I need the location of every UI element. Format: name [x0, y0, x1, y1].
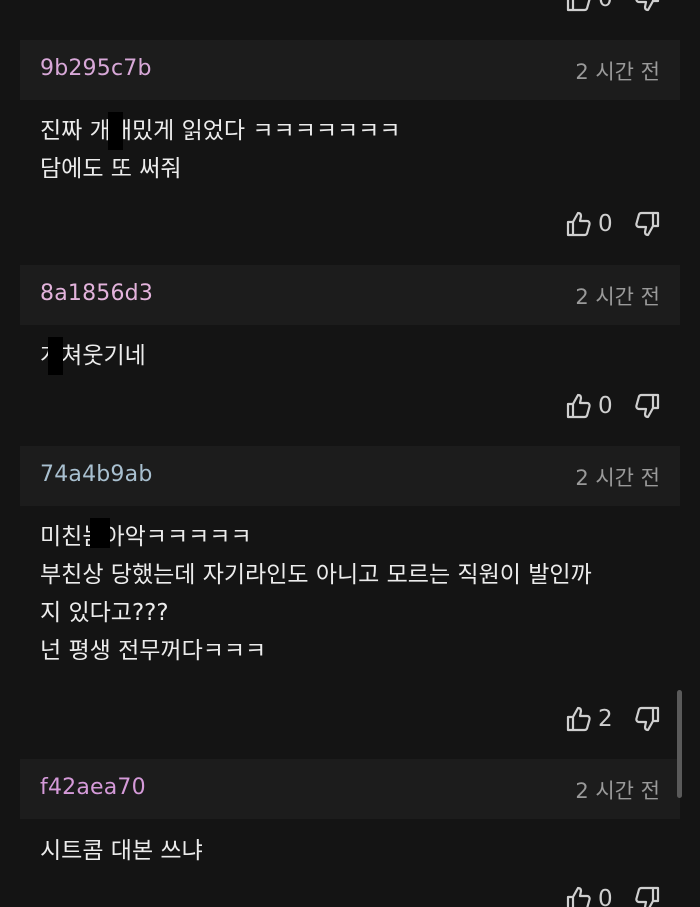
comment-votes: 0 [566, 211, 660, 237]
like-count: 2 [598, 706, 613, 732]
like-button[interactable]: 0 [566, 0, 620, 12]
comment-line: 지 있다고??? [40, 600, 169, 626]
dislike-button[interactable] [634, 211, 660, 237]
comment-line: 미친놈아악ㅋㅋㅋㅋㅋ [40, 524, 252, 550]
dislike-button[interactable] [634, 706, 660, 732]
redaction-box [48, 337, 63, 375]
comment-line: 개쳐웃기네 [40, 343, 146, 369]
thumbs-down-icon [634, 706, 660, 732]
comment-line: 담에도 또 써줘 [40, 156, 182, 182]
thumbs-up-icon [566, 706, 592, 732]
comment-body: 시트콤 대본 쓰냐 [40, 832, 670, 870]
like-button[interactable]: 0 [566, 211, 620, 237]
like-count: 0 [598, 0, 620, 12]
redaction-box [108, 112, 123, 150]
comment-header: 8a1856d3 2 시간 전 [20, 265, 680, 325]
thumbs-down-icon [634, 0, 660, 12]
comment-author[interactable]: 9b295c7b [40, 56, 152, 81]
redaction-box [90, 518, 110, 548]
comment-timestamp: 2 시간 전 [575, 779, 660, 803]
like-button[interactable]: 2 [566, 706, 620, 732]
comment-author[interactable]: 74a4b9ab [40, 462, 152, 487]
comment-votes: 0 [566, 393, 660, 419]
comment-votes: 2 [566, 706, 660, 732]
comment-header: f42aea70 2 시간 전 [20, 759, 680, 819]
thumbs-down-icon [634, 886, 660, 907]
comment-votes: 0 [566, 886, 660, 907]
previous-comment-votes: 0 [566, 0, 660, 12]
comment-author[interactable]: f42aea70 [40, 775, 146, 800]
like-count: 0 [598, 886, 613, 907]
thumbs-up-icon [566, 211, 592, 237]
comment-header: 9b295c7b 2 시간 전 [20, 40, 680, 100]
like-button[interactable]: 0 [566, 886, 620, 907]
comment-timestamp: 2 시간 전 [575, 60, 660, 84]
comment-feed: 0 9b295c7b 2 시간 전 진짜 개재밌게 읽었다 ㅋㅋㅋㅋㅋㅋㅋ 담에… [0, 0, 700, 907]
thumbs-down-icon [634, 393, 660, 419]
dislike-button[interactable] [634, 886, 660, 907]
dislike-button[interactable] [634, 393, 660, 419]
thumbs-up-icon [566, 0, 592, 12]
comment-line: 시트콤 대본 쓰냐 [40, 838, 203, 864]
comment-body: 개쳐웃기네 [40, 337, 670, 375]
scrollbar[interactable] [677, 690, 682, 798]
comment-line: 넌 평생 전무꺼다ㅋㅋㅋ [40, 638, 267, 664]
like-count: 0 [598, 393, 613, 419]
thumbs-up-icon [566, 886, 592, 907]
comment-line: 부친상 당했는데 자기라인도 아니고 모르는 직원이 발인까 [40, 562, 592, 588]
thumbs-down-icon [634, 211, 660, 237]
dislike-button[interactable] [634, 0, 660, 12]
thumbs-up-icon [566, 393, 592, 419]
comment-timestamp: 2 시간 전 [575, 466, 660, 490]
comment-author[interactable]: 8a1856d3 [40, 281, 153, 306]
like-count: 0 [598, 211, 613, 237]
comment-body: 진짜 개재밌게 읽었다 ㅋㅋㅋㅋㅋㅋㅋ 담에도 또 써줘 [40, 112, 670, 188]
comment-body: 미친놈아악ㅋㅋㅋㅋㅋ 부친상 당했는데 자기라인도 아니고 모르는 직원이 발인… [40, 518, 670, 670]
comment-timestamp: 2 시간 전 [575, 285, 660, 309]
comment-header: 74a4b9ab 2 시간 전 [20, 446, 680, 506]
comment-line: 진짜 개재밌게 읽었다 ㅋㅋㅋㅋㅋㅋㅋ [40, 118, 401, 144]
like-button[interactable]: 0 [566, 393, 620, 419]
